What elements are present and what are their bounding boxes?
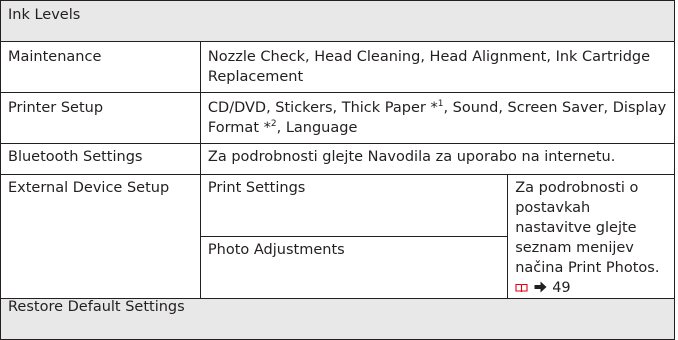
bluetooth-label: Bluetooth Settings: [0, 143, 201, 175]
photo-adjustments-cell: Photo Adjustments: [199, 236, 509, 299]
table-row-ink-levels: Ink Levels: [0, 0, 675, 42]
table-row-external-print-settings: External Device Setup Print Settings Za …: [0, 174, 675, 299]
table-row-maintenance: Maintenance Nozzle Check, Head Cleaning,…: [0, 41, 676, 93]
settings-table-page: Ink Levels Maintenance Nozzle Check, Hea…: [0, 0, 678, 340]
maintenance-label: Maintenance: [0, 41, 201, 93]
printer-setup-label: Printer Setup: [0, 92, 201, 144]
maintenance-value: Nozzle Check, Head Cleaning, Head Alignm…: [199, 41, 676, 93]
page-number: 49: [552, 280, 571, 296]
bluetooth-value: Za podrobnosti glejte Navodila za uporab…: [199, 143, 676, 175]
external-note-cell: Za podrobnosti o postavkah nastavitve gl…: [507, 174, 675, 299]
settings-table: Ink Levels Maintenance Nozzle Check, Hea…: [0, 0, 676, 340]
table-row-restore-defaults: Restore Default Settings: [0, 298, 675, 340]
restore-defaults-label: Restore Default Settings: [8, 299, 185, 315]
print-settings-cell: Print Settings: [199, 174, 509, 237]
external-note-text: Za podrobnosti o postavkah nastavitve gl…: [515, 180, 660, 276]
ink-levels-cell: Ink Levels: [0, 0, 675, 42]
table-row-bluetooth: Bluetooth Settings Za podrobnosti glejte…: [0, 143, 676, 175]
printer-setup-text-part1: CD/DVD, Stickers, Thick Paper *: [207, 100, 438, 116]
arrow-right-icon: [534, 281, 547, 293]
external-device-label: External Device Setup: [0, 174, 201, 299]
page-reference: 49: [515, 280, 571, 296]
printer-setup-value: CD/DVD, Stickers, Thick Paper *1, Sound,…: [199, 92, 676, 144]
book-icon: [515, 283, 528, 293]
table-row-printer-setup: Printer Setup CD/DVD, Stickers, Thick Pa…: [0, 92, 676, 144]
printer-setup-text-part3: , Language: [276, 120, 358, 136]
restore-defaults-cell: Restore Default Settings: [0, 298, 675, 340]
